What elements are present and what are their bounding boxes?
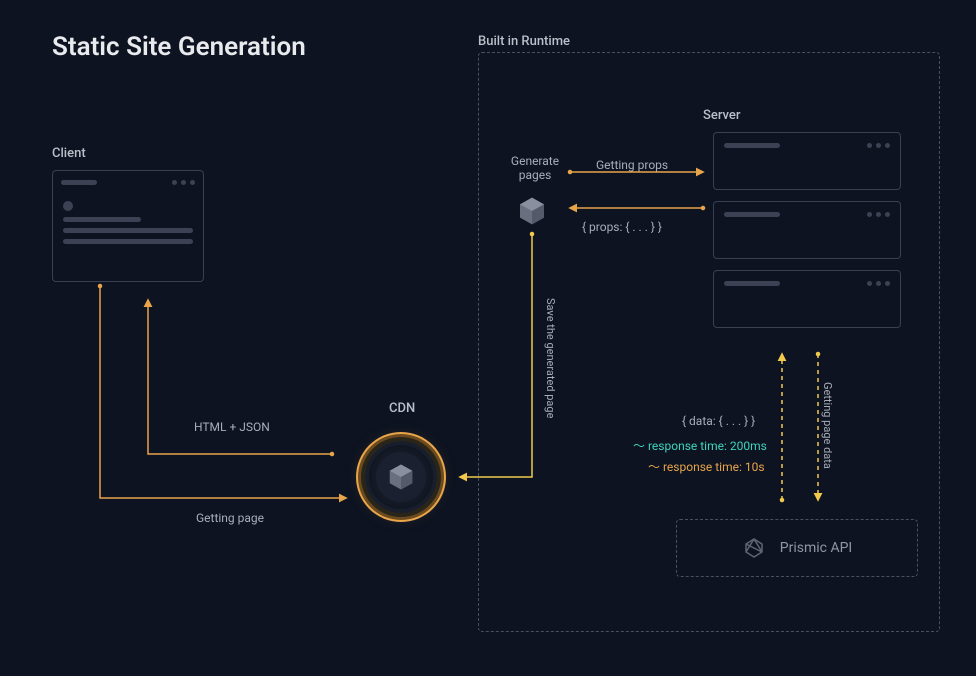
metric-response-200ms: ～ response time: 200ms [633, 437, 767, 454]
server-label: Server [703, 108, 740, 123]
server-title-placeholder [724, 212, 780, 217]
cube-icon [386, 462, 416, 492]
arrow-label-html-json: HTML + JSON [194, 420, 270, 434]
server-instance [713, 132, 901, 190]
generate-pages-label: Generate pages [500, 154, 570, 182]
cdn-node [365, 441, 437, 513]
server-instance [713, 270, 901, 328]
arrow-label-save-page: Save the generated page [544, 298, 557, 418]
window-controls-icon [172, 180, 195, 185]
avatar-placeholder [63, 201, 73, 211]
server-instance [713, 201, 901, 259]
content-line [63, 217, 141, 222]
arrow-label-getting-page-data: Getting page data [821, 382, 834, 469]
metric-response-10s: ～ response time: 10s [648, 458, 765, 475]
server-title-placeholder [724, 281, 780, 286]
client-browser-window [52, 170, 204, 282]
cube-icon [516, 195, 548, 227]
runtime-label: Built in Runtime [478, 34, 570, 49]
arrow-label-data-return: { data: { . . . } } [682, 414, 755, 428]
prismic-icon [742, 536, 766, 560]
prismic-api-label: Prismic API [780, 540, 852, 556]
client-label: Client [52, 146, 86, 161]
arrow-label-getting-page: Getting page [196, 511, 264, 525]
window-controls-icon [867, 281, 890, 286]
page-title: Static Site Generation [52, 32, 306, 62]
arrow-label-getting-props: Getting props [596, 158, 668, 172]
content-line [63, 239, 193, 244]
window-controls-icon [867, 212, 890, 217]
arrow-label-props-return: { props: { . . . } } [582, 220, 662, 234]
generate-pages-node [516, 195, 548, 227]
cdn-label: CDN [389, 401, 415, 416]
server-title-placeholder [724, 143, 780, 148]
prismic-api-box: Prismic API [676, 519, 918, 577]
content-line [63, 228, 193, 233]
window-title-placeholder [61, 180, 97, 185]
window-controls-icon [867, 143, 890, 148]
